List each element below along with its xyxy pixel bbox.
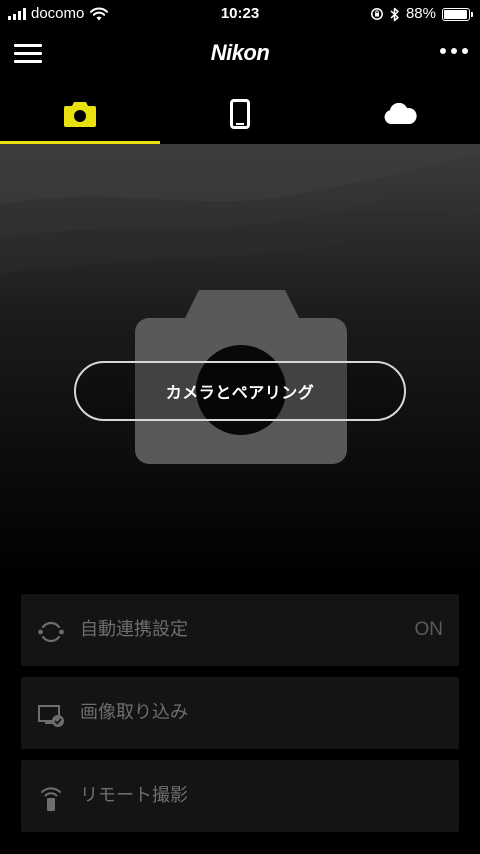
- smartphone-icon: [230, 99, 250, 129]
- orientation-lock-icon: [371, 8, 383, 20]
- tab-cloud[interactable]: [320, 84, 480, 144]
- brand-logo: Nikon: [210, 40, 270, 65]
- battery-percentage: 88%: [405, 5, 436, 22]
- remote-shooting-label: リモート撮影: [80, 785, 188, 806]
- pair-camera-button[interactable]: カメラとペアリング: [74, 361, 406, 421]
- image-import-label: 画像取り込み: [80, 702, 188, 723]
- battery-icon: [442, 7, 473, 21]
- bluetooth-icon: [390, 7, 399, 21]
- auto-link-setting-row[interactable]: 自動連携設定 ON: [21, 594, 459, 666]
- hero-section: カメラとペアリング: [0, 144, 480, 580]
- tab-bar: [0, 84, 480, 144]
- tab-camera[interactable]: [0, 84, 160, 144]
- remote-shooting-icon: [41, 787, 61, 811]
- remote-shooting-row[interactable]: リモート撮影: [21, 760, 459, 832]
- image-import-row[interactable]: 画像取り込み: [21, 677, 459, 749]
- auto-link-label: 自動連携設定: [80, 619, 188, 640]
- auto-link-icon: [38, 621, 64, 643]
- camera-icon: [64, 102, 96, 127]
- app-header: Nikon: [0, 28, 480, 84]
- image-import-icon: [38, 705, 64, 727]
- tab-smartphone[interactable]: [160, 84, 320, 144]
- status-bar: docomo 10:23 88%: [0, 0, 480, 28]
- more-options-icon[interactable]: [440, 48, 468, 54]
- cloud-icon: [384, 103, 417, 124]
- status-right: 88%: [370, 4, 473, 24]
- auto-link-status: ON: [414, 619, 444, 640]
